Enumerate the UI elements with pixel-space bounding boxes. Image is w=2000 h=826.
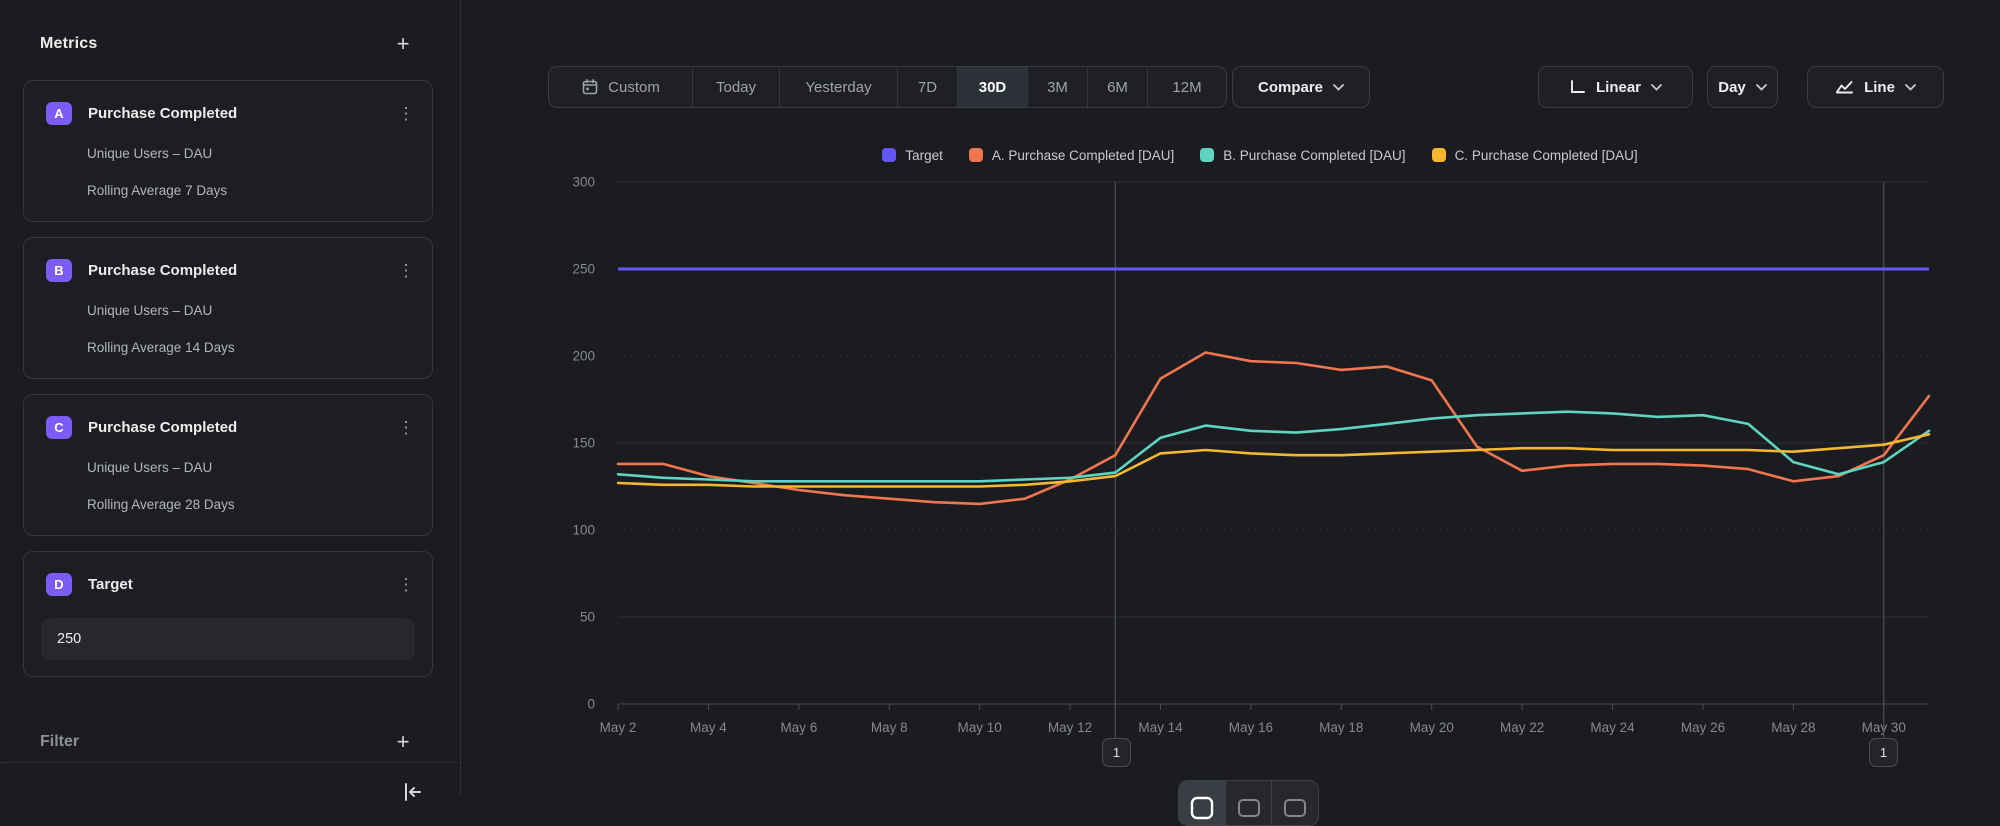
- annotation-badge-1[interactable]: 1: [1102, 738, 1131, 767]
- range-6m[interactable]: 6M: [1088, 67, 1148, 107]
- svg-text:May 2: May 2: [600, 720, 637, 735]
- svg-text:May 12: May 12: [1048, 720, 1092, 735]
- range-30d[interactable]: 30D: [958, 67, 1028, 107]
- svg-text:May 18: May 18: [1319, 720, 1363, 735]
- svg-text:May 28: May 28: [1771, 720, 1815, 735]
- filter-section: Filter +: [40, 728, 416, 756]
- chart-svg: 0 50 100 150 200 250 300 May 2 May 4 May 6 May 8 Ma…: [560, 130, 2000, 796]
- svg-text:May 16: May 16: [1229, 720, 1273, 735]
- metric-measure: Unique Users – DAU: [87, 460, 212, 475]
- range-12m[interactable]: 12M: [1148, 67, 1226, 107]
- filter-label: Filter: [40, 733, 79, 751]
- kebab-menu-icon[interactable]: ⋮: [396, 419, 416, 436]
- range-yesterday[interactable]: Yesterday: [780, 67, 898, 107]
- svg-text:300: 300: [572, 175, 595, 190]
- svg-text:May 22: May 22: [1500, 720, 1544, 735]
- svg-text:50: 50: [580, 610, 595, 625]
- kebab-menu-icon[interactable]: ⋮: [396, 105, 416, 122]
- annotation-badge-2[interactable]: 1: [1869, 738, 1898, 767]
- single-panel-icon: [1189, 795, 1215, 821]
- layout-single-button[interactable]: [1179, 781, 1226, 825]
- kebab-menu-icon[interactable]: ⋮: [396, 576, 416, 593]
- metric-title: Purchase Completed: [88, 262, 396, 279]
- svg-text:May 14: May 14: [1138, 720, 1183, 735]
- chevron-down-icon: [1333, 84, 1344, 91]
- metric-card-c[interactable]: C Purchase Completed ⋮ Unique Users – DA…: [23, 394, 433, 536]
- metric-badge-d: D: [46, 573, 72, 596]
- svg-text:250: 250: [572, 262, 595, 277]
- metric-title: Purchase Completed: [88, 419, 396, 436]
- target-title: Target: [88, 576, 396, 593]
- metric-measure: Unique Users – DAU: [87, 303, 212, 318]
- metric-badge-a: A: [46, 102, 72, 125]
- metric-measure: Unique Users – DAU: [87, 146, 212, 161]
- metric-rollup: Rolling Average 7 Days: [87, 183, 227, 198]
- add-metric-button[interactable]: +: [390, 31, 416, 57]
- svg-text:May 6: May 6: [780, 720, 817, 735]
- svg-text:May 24: May 24: [1590, 720, 1635, 735]
- collapse-sidebar-icon[interactable]: [400, 780, 424, 804]
- metric-badge-c: C: [46, 416, 72, 439]
- metric-badge-b: B: [46, 259, 72, 282]
- target-card[interactable]: D Target ⋮: [23, 551, 433, 677]
- grid-panel-icon: [1282, 795, 1308, 821]
- metric-rollup: Rolling Average 14 Days: [87, 340, 235, 355]
- linear-scale-icon: [1569, 79, 1586, 95]
- date-range-control: Custom Today Yesterday 7D 30D 3M 6M 12M: [548, 66, 1227, 108]
- metric-card-b[interactable]: B Purchase Completed ⋮ Unique Users – DA…: [23, 237, 433, 379]
- svg-text:May 26: May 26: [1681, 720, 1725, 735]
- sidebar-header: Metrics +: [40, 30, 416, 58]
- range-today[interactable]: Today: [693, 67, 780, 107]
- line-chart-icon: [1835, 79, 1854, 95]
- compare-button[interactable]: Compare: [1232, 66, 1370, 108]
- range-3m[interactable]: 3M: [1028, 67, 1088, 107]
- add-filter-button[interactable]: +: [390, 729, 416, 755]
- range-7d[interactable]: 7D: [898, 67, 958, 107]
- chevron-down-icon: [1651, 84, 1662, 91]
- metric-rollup: Rolling Average 28 Days: [87, 497, 235, 512]
- chevron-down-icon: [1905, 84, 1916, 91]
- chart-layout-switcher: [1178, 780, 1319, 826]
- split-panel-icon: [1236, 795, 1262, 821]
- range-custom[interactable]: Custom: [549, 67, 693, 107]
- metric-title: Purchase Completed: [88, 105, 396, 122]
- svg-text:0: 0: [587, 697, 595, 712]
- svg-text:May 8: May 8: [871, 720, 908, 735]
- kebab-menu-icon[interactable]: ⋮: [396, 262, 416, 279]
- layout-split-button[interactable]: [1226, 781, 1273, 825]
- svg-text:May 4: May 4: [690, 720, 727, 735]
- svg-text:200: 200: [572, 349, 595, 364]
- svg-text:150: 150: [572, 436, 595, 451]
- svg-text:100: 100: [572, 523, 595, 538]
- sidebar-divider: [0, 762, 460, 763]
- sidebar-title: Metrics: [40, 35, 97, 53]
- metric-card-a[interactable]: A Purchase Completed ⋮ Unique Users – DA…: [23, 80, 433, 222]
- metrics-explorer-app: { "sidebar": { "title": "Metrics", "card…: [0, 0, 2000, 796]
- granularity-button[interactable]: Day: [1707, 66, 1778, 108]
- metrics-sidebar: Metrics + A Purchase Completed ⋮ Unique …: [0, 0, 461, 796]
- chart-type-button[interactable]: Line: [1807, 66, 1944, 108]
- svg-text:May 10: May 10: [958, 720, 1002, 735]
- chevron-down-icon: [1756, 84, 1767, 91]
- scale-button[interactable]: Linear: [1538, 66, 1693, 108]
- svg-text:May 20: May 20: [1410, 720, 1454, 735]
- layout-grid-button[interactable]: [1272, 781, 1318, 825]
- calendar-icon: [581, 78, 599, 96]
- target-value-input[interactable]: [41, 618, 415, 660]
